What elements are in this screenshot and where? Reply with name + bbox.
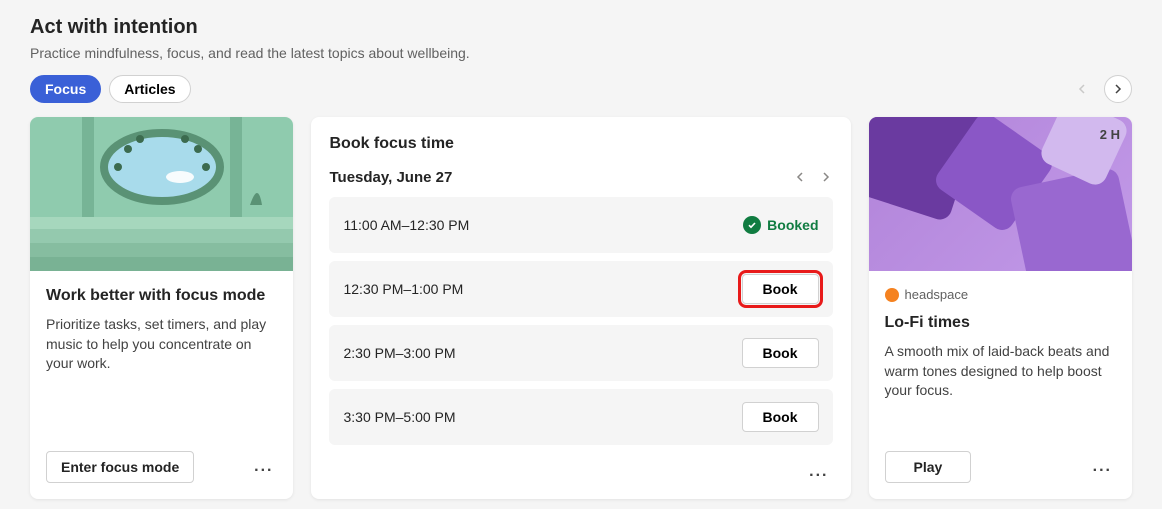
chevron-left-icon bbox=[1077, 84, 1087, 94]
book-button[interactable]: Book bbox=[742, 338, 819, 368]
chevron-right-icon bbox=[821, 172, 831, 182]
slot-time: 12:30 PM–1:00 PM bbox=[343, 281, 463, 297]
headspace-description: A smooth mix of laid-back beats and warm… bbox=[885, 342, 1116, 401]
headspace-duration: 2 H bbox=[1100, 127, 1120, 142]
date-prev-button[interactable] bbox=[793, 167, 807, 187]
time-slot: 11:00 AM–12:30 PM Booked bbox=[329, 197, 832, 253]
page-title: Act with intention bbox=[30, 16, 1132, 39]
tab-articles[interactable]: Articles bbox=[109, 75, 190, 103]
book-card-more-button[interactable]: ... bbox=[805, 459, 832, 485]
book-button[interactable]: Book bbox=[742, 402, 819, 432]
headspace-brand: headspace bbox=[885, 287, 1116, 302]
headspace-title: Lo-Fi times bbox=[885, 314, 1116, 332]
card-focus-mode: Work better with focus mode Prioritize t… bbox=[30, 117, 293, 499]
booked-label: Booked bbox=[767, 217, 818, 233]
time-slot: 3:30 PM–5:00 PM Book bbox=[329, 389, 832, 445]
book-card-title: Book focus time bbox=[329, 135, 832, 153]
book-button[interactable]: Book bbox=[742, 274, 819, 304]
tabs: Focus Articles bbox=[30, 75, 191, 103]
headspace-play-button[interactable]: Play bbox=[885, 451, 972, 483]
time-slot: 2:30 PM–3:00 PM Book bbox=[329, 325, 832, 381]
time-slot: 12:30 PM–1:00 PM Book bbox=[329, 261, 832, 317]
headspace-hero: 2 H bbox=[869, 117, 1132, 271]
headspace-more-button[interactable]: ... bbox=[1089, 454, 1116, 480]
chevron-right-icon bbox=[1113, 84, 1123, 94]
nav-next[interactable] bbox=[1104, 75, 1132, 103]
headspace-logo-icon bbox=[885, 288, 899, 302]
focus-card-title: Work better with focus mode bbox=[46, 287, 277, 305]
slot-time: 3:30 PM–5:00 PM bbox=[343, 409, 455, 425]
nav-prev bbox=[1068, 75, 1096, 103]
page-subtitle: Practice mindfulness, focus, and read th… bbox=[30, 45, 1132, 61]
tab-focus[interactable]: Focus bbox=[30, 75, 101, 103]
focus-card-more-button[interactable]: ... bbox=[250, 454, 277, 480]
headspace-brand-name: headspace bbox=[905, 287, 969, 302]
chevron-left-icon bbox=[795, 172, 805, 182]
slot-booked-status: Booked bbox=[743, 216, 818, 234]
focus-hero-image bbox=[30, 117, 293, 271]
enter-focus-mode-button[interactable]: Enter focus mode bbox=[46, 451, 194, 483]
date-next-button[interactable] bbox=[819, 167, 833, 187]
focus-card-description: Prioritize tasks, set timers, and play m… bbox=[46, 315, 277, 423]
top-nav-arrows bbox=[1068, 75, 1132, 103]
card-book-focus-time: Book focus time Tuesday, June 27 11:00 A… bbox=[311, 117, 850, 499]
book-date: Tuesday, June 27 bbox=[329, 169, 452, 186]
card-headspace: 2 H headspace Lo-Fi times A smooth mix o… bbox=[869, 117, 1132, 499]
slot-time: 2:30 PM–3:00 PM bbox=[343, 345, 455, 361]
check-icon bbox=[743, 216, 761, 234]
slot-time: 11:00 AM–12:30 PM bbox=[343, 217, 469, 233]
